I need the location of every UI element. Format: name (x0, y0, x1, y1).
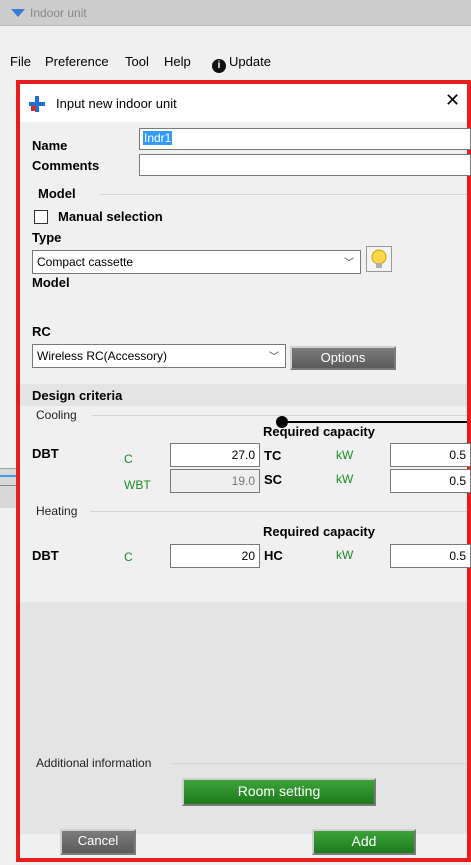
design-criteria-header: Design criteria (20, 384, 467, 406)
menubar: File Preference Tool Help i Update (0, 50, 471, 74)
rc-label: RC (32, 324, 51, 339)
cursor-marker-line (282, 421, 467, 423)
tc-input[interactable]: 0.5 (390, 443, 471, 467)
window-titlebar: Indoor unit (0, 0, 471, 26)
menu-update[interactable]: i Update (212, 54, 271, 73)
type-select[interactable]: Compact cassette ﹀ (32, 250, 361, 274)
menu-tool[interactable]: Tool (125, 54, 149, 69)
close-icon[interactable]: ✕ (445, 90, 460, 111)
menu-file[interactable]: File (10, 54, 31, 69)
manual-selection-label: Manual selection (58, 209, 163, 224)
type-label: Type (32, 230, 62, 245)
heating-dbt-input[interactable]: 20 (170, 544, 260, 568)
lightbulb-icon (371, 249, 387, 268)
sc-label: SC (264, 472, 283, 487)
type-value: Compact cassette (37, 255, 134, 269)
wbt-unit-label: WBT (124, 478, 151, 492)
window-title: Indoor unit (30, 6, 87, 20)
add-unit-icon (29, 96, 45, 112)
heating-dbt-label: DBT (32, 548, 59, 563)
cooling-group-label: Cooling (36, 408, 77, 422)
heating-required-capacity-label: Required capacity (263, 524, 375, 539)
menu-preference[interactable]: Preference (45, 54, 109, 69)
cooling-dbt-input[interactable]: 27.0 (170, 443, 260, 467)
name-label: Name (32, 138, 68, 153)
sc-unit: kW (336, 472, 354, 486)
hc-label: HC (264, 548, 283, 563)
options-button[interactable]: Options (290, 346, 396, 370)
info-icon: i (212, 59, 226, 73)
hc-input[interactable]: 0.5 (390, 544, 471, 568)
additional-information-label: Additional information (36, 756, 152, 770)
heating-dbt-unit: C (124, 550, 133, 564)
sc-input[interactable]: 0.5 (390, 469, 471, 493)
hc-unit: kW (336, 548, 354, 562)
heating-group-label: Heating (36, 504, 78, 518)
background-panel-edge (0, 468, 16, 508)
model-group-label: Model (38, 186, 76, 201)
dialog-titlebar: Input new indoor unit ✕ (20, 84, 467, 122)
menu-update-label: Update (229, 54, 271, 69)
input-indoor-unit-dialog: Input new indoor unit ✕ Name Indr1 Comme… (16, 80, 471, 862)
app-icon (11, 9, 25, 17)
tc-label: TC (264, 448, 282, 463)
chevron-down-icon: ﹀ (344, 258, 354, 269)
menu-help[interactable]: Help (164, 54, 191, 69)
chevron-down-icon: ﹀ (269, 352, 279, 363)
manual-selection-checkbox[interactable] (34, 210, 48, 224)
cooling-dbt-label: DBT (32, 446, 59, 461)
cooling-dbt-unit: C (124, 452, 133, 466)
cooling-wbt-input: 19.0 (170, 469, 260, 493)
name-input[interactable]: Indr1 (139, 128, 471, 150)
name-value: Indr1 (143, 131, 173, 145)
model-label: Model (32, 275, 70, 290)
hint-button[interactable] (366, 246, 392, 272)
rc-select[interactable]: Wireless RC(Accessory) ﹀ (32, 344, 286, 368)
design-criteria-title: Design criteria (32, 388, 123, 403)
cancel-button[interactable]: Cancel (60, 829, 136, 855)
dialog-title: Input new indoor unit (56, 96, 177, 111)
comments-input[interactable] (139, 154, 471, 176)
room-setting-button[interactable]: Room setting (182, 778, 376, 806)
tc-unit: kW (336, 448, 354, 462)
comments-label: Comments (32, 158, 100, 173)
add-button[interactable]: Add (312, 829, 416, 855)
rc-value: Wireless RC(Accessory) (37, 349, 168, 363)
